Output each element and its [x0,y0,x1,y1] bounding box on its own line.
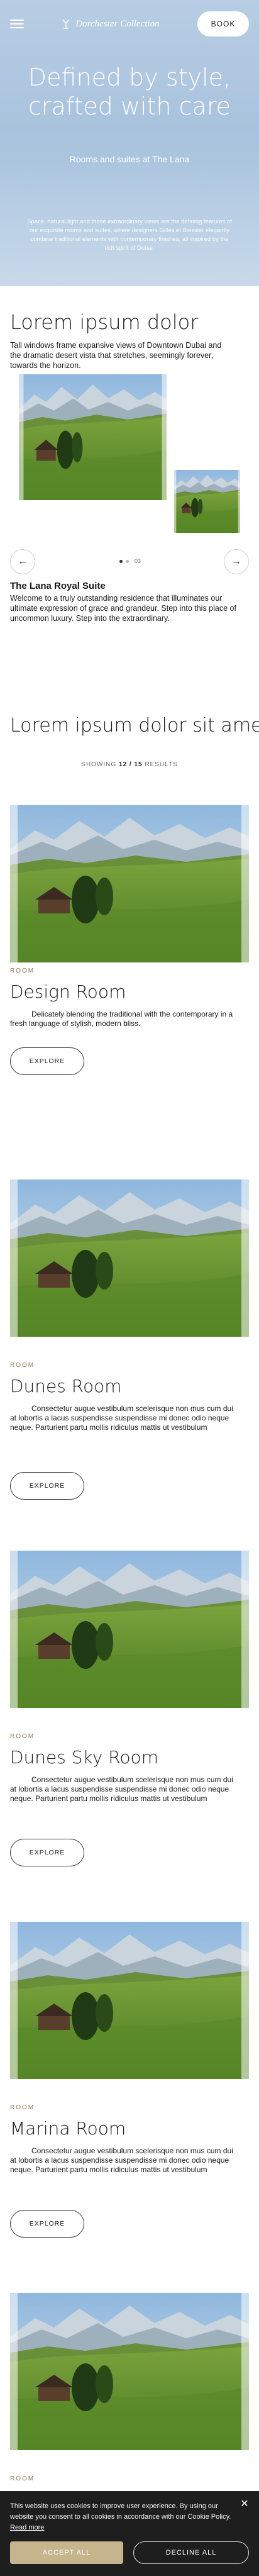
slider-pagination: 03 [119,558,141,564]
accept-all-button[interactable]: ACCEPT ALL [10,2541,123,2564]
explore-button[interactable]: EXPLORE [10,1839,84,1866]
intro-title: Lorem ipsum dolor [10,310,199,334]
brand-logo[interactable]: Dorchester Collection [62,18,160,30]
cookie-banner: This website uses cookies to improve use… [0,2491,259,2576]
slider-next-button[interactable]: → [224,549,249,574]
results-suffix: RESULTS [145,761,178,768]
room-description: Consectetur augue vestibulum scelerisque… [10,1775,233,1803]
listing-title: Lorem ipsum dolor sit amet [10,715,259,737]
room-name[interactable]: Dunes Room [10,1376,122,1397]
hero-section: Dorchester Collection BOOK Defined by st… [0,0,259,286]
hero-subtitle: Rooms and suites at The Lana [69,154,190,164]
top-navigation: Dorchester Collection BOOK [0,11,259,36]
arrow-left-icon: ← [18,556,28,567]
room-image[interactable] [10,1551,249,1708]
suite-title: The Lana Royal Suite [10,581,106,591]
room-image[interactable] [10,805,249,962]
room-description: Consectetur augue vestibulum scelerisque… [10,1404,233,1432]
room-category: ROOM [10,1362,35,1369]
close-icon[interactable]: ✕ [239,2499,250,2510]
room-name[interactable]: Dunes Sky Room [10,1747,158,1768]
room-image[interactable] [10,2293,249,2450]
room-image[interactable] [10,1922,249,2079]
hamburger-menu-icon[interactable] [10,20,24,28]
room-category: ROOM [10,1733,35,1740]
slider-counter: 03 [135,558,141,564]
cookie-read-more-link[interactable]: Read more [10,2524,44,2531]
room-category: ROOM [10,2104,35,2111]
slider-main-image[interactable] [19,374,167,500]
brand-crest-icon [62,19,70,29]
brand-name: Dorchester Collection [75,18,160,29]
results-prefix: SHOWING [81,761,117,768]
explore-button[interactable]: EXPLORE [10,1472,84,1500]
room-name[interactable]: Marina Room [10,2118,126,2139]
room-category: ROOM [10,2475,35,2482]
cookie-text: This website uses cookies to improve use… [10,2502,231,2521]
slider-dot[interactable] [119,559,123,563]
room-category: ROOM [10,967,35,974]
room-image[interactable] [10,1179,249,1337]
results-count: SHOWING 12 / 15 RESULTS [0,761,259,768]
room-name[interactable]: Design Room [10,981,126,1002]
book-button[interactable]: BOOK [197,11,249,36]
slider-next-image[interactable] [174,470,240,533]
results-value: 12 / 15 [118,761,143,768]
cookie-message: This website uses cookies to improve use… [10,2501,234,2533]
arrow-right-icon: → [231,556,241,567]
suite-description: Welcome to a truly outstanding residence… [10,594,236,623]
explore-button[interactable]: EXPLORE [10,2210,84,2238]
hero-description: Space, natural light and those extraordi… [27,218,232,252]
decline-all-button[interactable]: DECLINE ALL [133,2541,249,2564]
slider-prev-button[interactable]: ← [10,549,35,574]
hero-title: Defined by style, crafted with care [28,64,231,120]
room-description: Delicately blending the traditional with… [10,1010,233,1028]
slider-dot[interactable] [126,559,129,563]
explore-button[interactable]: EXPLORE [10,1047,84,1075]
room-description: Consectetur augue vestibulum scelerisque… [10,2146,233,2174]
intro-lead: Tall windows frame expansive views of Do… [10,341,222,370]
